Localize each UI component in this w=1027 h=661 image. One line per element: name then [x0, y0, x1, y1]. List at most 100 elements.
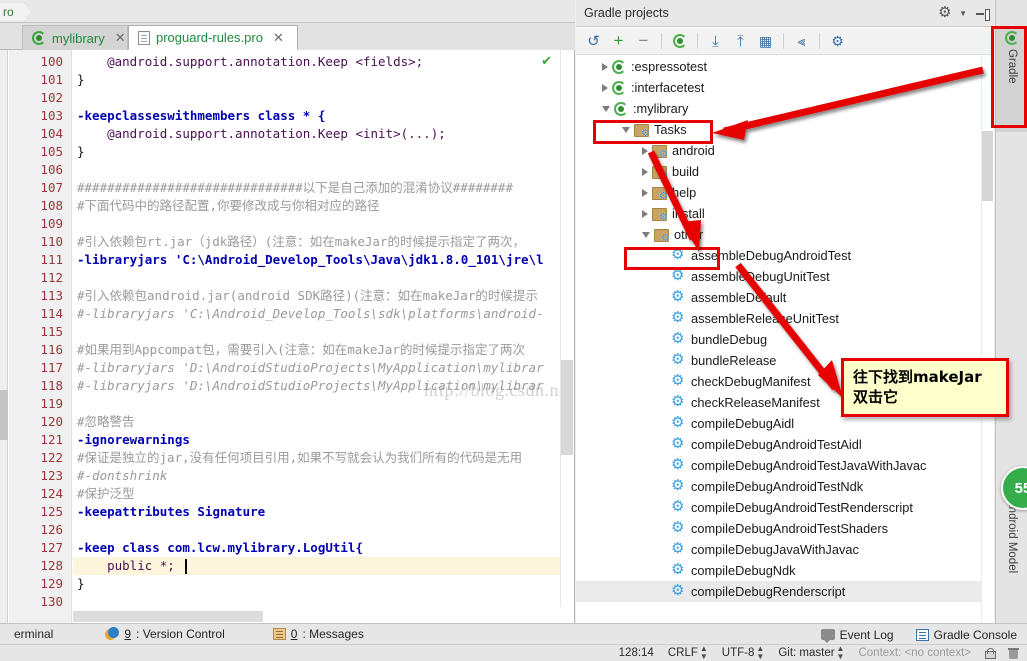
hide-panel-icon[interactable] — [976, 8, 988, 20]
code-line[interactable]: #引入依赖包rt.jar（jdk路径）(注意：如在makeJar的时候提示指定了… — [77, 233, 525, 251]
collapse-all-icon[interactable]: ⤒ — [729, 30, 752, 52]
chevron-right-icon[interactable] — [642, 147, 648, 155]
tool-window-terminal[interactable]: erminal — [14, 627, 53, 641]
tree-row-compiledebugandroidtestjavawithjavac[interactable]: compileDebugAndroidTestJavaWithJavac — [576, 455, 994, 476]
tree-row-tasks[interactable]: Tasks — [576, 119, 994, 140]
code-line[interactable]: #-libraryjars 'D:\AndroidStudioProjects\… — [77, 359, 544, 377]
tree-row-compiledebugandroidtestaidl[interactable]: compileDebugAndroidTestAidl — [576, 434, 994, 455]
tree-row-other[interactable]: other — [576, 224, 994, 245]
gradle-tree-scrollbar[interactable] — [981, 56, 994, 623]
tree-row-build[interactable]: build — [576, 161, 994, 182]
tree-row-install[interactable]: install — [576, 203, 994, 224]
close-icon[interactable]: ✕ — [273, 30, 284, 46]
chevron-right-icon[interactable] — [602, 84, 608, 92]
chevron-down-icon[interactable] — [642, 232, 650, 238]
chevron-down-icon[interactable]: ▼ — [959, 9, 967, 18]
tree-row-compiledebugjavawithjavac[interactable]: compileDebugJavaWithJavac — [576, 539, 994, 560]
execute-gradle-task-icon[interactable] — [668, 30, 691, 52]
tree-row-assembledebugandroidtest[interactable]: assembleDebugAndroidTest — [576, 245, 994, 266]
tree-row--mylibrary[interactable]: :mylibrary — [576, 98, 994, 119]
tree-row-assembledebugunittest[interactable]: assembleDebugUnitTest — [576, 266, 994, 287]
code-line[interactable]: @android.support.annotation.Keep <init>(… — [77, 125, 446, 143]
tree-row-compiledebugndk[interactable]: compileDebugNdk — [576, 560, 994, 581]
breadcrumb-item-file[interactable]: ro — [0, 3, 25, 21]
tool-window-gradle-console[interactable]: Gradle Console — [916, 628, 1017, 642]
editor-vertical-scroll-thumb[interactable] — [561, 360, 573, 455]
tool-window-messages[interactable]: 0 : Messages — [273, 627, 364, 641]
tree-row-compiledebugandroidtestshaders[interactable]: compileDebugAndroidTestShaders — [576, 518, 994, 539]
tool-window-event-log[interactable]: Event Log — [821, 628, 894, 642]
code-line[interactable]: } — [77, 575, 85, 593]
tree-row--interfacetest[interactable]: :interfacetest — [576, 77, 994, 98]
code-line[interactable]: #忽略警告 — [77, 413, 135, 431]
status-memory-trash[interactable] — [1008, 647, 1019, 659]
status-git-branch[interactable]: Git: master ▲▼ — [778, 645, 844, 661]
status-caret-position[interactable]: 128:14 — [619, 647, 654, 659]
status-line-separator[interactable]: CRLF ▲▼ — [668, 645, 708, 661]
editor-vertical-scrollbar[interactable] — [560, 50, 574, 607]
line-number: 124 — [3, 485, 63, 503]
chevron-right-icon[interactable] — [602, 63, 608, 71]
tree-row-bundledebug[interactable]: bundleDebug — [576, 329, 994, 350]
tree-row--espressotest[interactable]: :espressotest — [576, 56, 994, 77]
code-line[interactable]: #如果用到Appcompat包，需要引入(注意：如在makeJar的时候提示指定… — [77, 341, 525, 359]
code-line[interactable]: #下面代码中的路径配置,你要修改成与你相对应的路径 — [77, 197, 380, 215]
code-line[interactable]: -keep class com.lcw.mylibrary.LogUtil{ — [77, 539, 363, 557]
chevron-updown-icon: ▲▼ — [700, 645, 708, 661]
code-line[interactable]: #-libraryjars 'D:\AndroidStudioProjects\… — [77, 377, 544, 395]
chevron-right-icon[interactable] — [642, 168, 648, 176]
editor-horizontal-scroll-thumb[interactable] — [73, 611, 263, 622]
show-task-group-icon[interactable]: ▦ — [754, 30, 777, 52]
tree-row-android[interactable]: android — [576, 140, 994, 161]
chevron-down-icon[interactable] — [622, 127, 630, 133]
expand-all-icon[interactable]: ⤓ — [704, 30, 727, 52]
tool-window-version-control[interactable]: 9 : Version Control — [105, 627, 224, 641]
tree-row-label: bundleDebug — [691, 332, 767, 347]
editor-tab-proguard-rules[interactable]: proguard-rules.pro ✕ — [128, 25, 298, 50]
sidebar-tab-label: Gradle — [1006, 49, 1018, 84]
code-line[interactable]: #-dontshrink — [77, 467, 167, 485]
tree-row-help[interactable]: help — [576, 182, 994, 203]
chevron-right-icon[interactable] — [642, 210, 648, 218]
code-line[interactable]: #保证是独立的jar,没有任何项目引用,如果不写就会认为我们所有的代码是无用 — [77, 449, 522, 467]
tree-row-compiledebugrenderscript[interactable]: compileDebugRenderscript — [576, 581, 994, 602]
code-line[interactable]: #引入依赖包android.jar(android SDK路径)(注意：如在ma… — [77, 287, 538, 305]
settings-gear-icon[interactable] — [939, 7, 952, 20]
code-line[interactable]: -keepclasseswithmembers class * { — [77, 107, 325, 125]
code-line[interactable]: #保护泛型 — [77, 485, 135, 503]
code-line[interactable]: #-libraryjars 'C:\Android_Develop_Tools\… — [77, 305, 544, 323]
tree-row-assemblereleaseunittest[interactable]: assembleReleaseUnitTest — [576, 308, 994, 329]
tree-row-compiledebugandroidtestrenderscript[interactable]: compileDebugAndroidTestRenderscript — [576, 497, 994, 518]
tree-row-label: :mylibrary — [633, 101, 688, 116]
tree-row-label: assembleReleaseUnitTest — [691, 311, 839, 326]
code-line[interactable]: public *; — [77, 557, 175, 575]
tree-row-assembledefault[interactable]: assembleDefault — [576, 287, 994, 308]
code-editor[interactable]: 1001011021031041051061071081091101111121… — [0, 50, 575, 623]
code-line[interactable]: ##############################以下是自己添加的混淆… — [77, 179, 513, 197]
code-line[interactable]: -ignorewarnings — [77, 431, 190, 449]
gradle-tree-scroll-thumb[interactable] — [982, 131, 993, 201]
close-icon[interactable]: ✕ — [115, 30, 126, 46]
chevron-right-icon[interactable] — [642, 189, 648, 197]
code-line[interactable]: -libraryjars 'C:\Android_Develop_Tools\J… — [77, 251, 544, 269]
status-context[interactable]: Context: <no context> — [858, 647, 971, 659]
tree-row-label: android — [672, 143, 715, 158]
inspection-ok-icon[interactable]: ✔ — [541, 53, 552, 69]
gear-task-icon — [672, 312, 685, 325]
code-line[interactable]: -keepattributes Signature — [77, 503, 265, 521]
code-line[interactable]: @android.support.annotation.Keep <fields… — [77, 53, 423, 71]
toggle-offline-mode-icon[interactable]: ⫷ — [790, 30, 813, 52]
refresh-all-gradle-projects-icon[interactable]: ↺ — [582, 30, 605, 52]
sidebar-tab-gradle[interactable]: Gradle — [996, 26, 1027, 132]
attach-gradle-project-icon[interactable]: + — [607, 30, 630, 52]
editor-tab-mylibrary[interactable]: mylibrary ✕ — [22, 25, 128, 50]
gradle-settings-icon[interactable]: ⚙ — [826, 30, 849, 52]
gradle-task-tree[interactable]: :espressotest:interfacetest :mylibrary Tas… — [576, 56, 994, 623]
status-encoding[interactable]: UTF-8 ▲▼ — [722, 645, 765, 661]
detach-external-project-icon[interactable]: − — [632, 30, 655, 52]
chevron-down-icon[interactable] — [602, 106, 610, 112]
code-line[interactable]: } — [77, 71, 85, 89]
status-lock-toggle[interactable] — [985, 648, 994, 659]
code-line[interactable]: } — [77, 143, 85, 161]
tree-row-compiledebugandroidtestndk[interactable]: compileDebugAndroidTestNdk — [576, 476, 994, 497]
